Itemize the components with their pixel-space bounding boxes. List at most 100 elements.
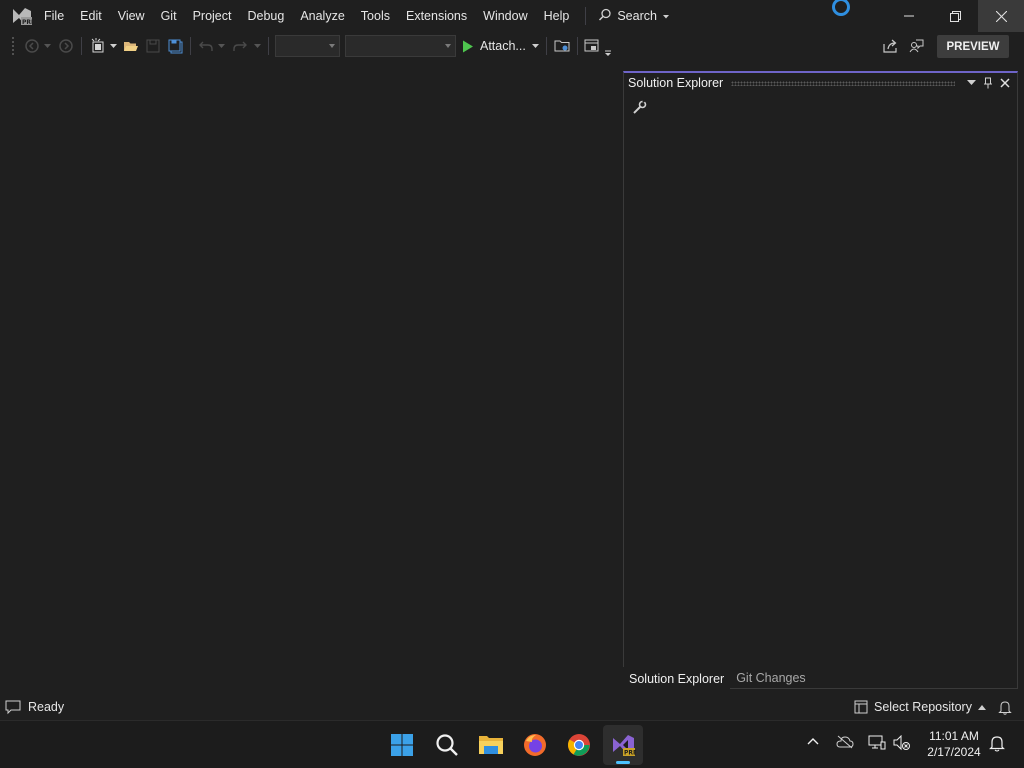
menu-window[interactable]: Window	[475, 0, 535, 32]
menu-extensions[interactable]: Extensions	[398, 0, 475, 32]
redo-button[interactable]	[230, 37, 250, 55]
window-layout-button[interactable]	[582, 37, 602, 55]
menu-project[interactable]: Project	[185, 0, 240, 32]
network-icon	[868, 735, 886, 750]
menu-debug[interactable]: Debug	[239, 0, 292, 32]
notifications-bell-icon[interactable]	[998, 700, 1012, 718]
attach-debugger-button[interactable]: Attach...	[462, 36, 539, 56]
play-icon	[463, 40, 473, 52]
close-panel-button[interactable]	[997, 75, 1013, 91]
notifications-bell-icon	[989, 736, 1005, 752]
back-dropdown[interactable]	[42, 37, 52, 55]
visual-studio-preview-icon: PRE	[613, 735, 636, 757]
menu-help[interactable]: Help	[536, 0, 578, 32]
show-hidden-icons-button[interactable]	[806, 735, 820, 752]
taskbar-search-button[interactable]	[427, 725, 467, 765]
save-icon	[146, 39, 160, 53]
restore-icon	[949, 10, 961, 22]
chevron-down-icon	[966, 80, 976, 85]
window-layout-icon	[584, 39, 599, 52]
navigate-forward-icon	[59, 39, 73, 53]
visual-studio-logo-icon: PRE	[11, 5, 35, 27]
close-window-button[interactable]	[978, 0, 1024, 32]
chevron-down-icon	[253, 43, 261, 48]
undo-dropdown[interactable]	[216, 37, 226, 55]
new-project-icon	[91, 38, 104, 53]
network-tray-button[interactable]	[868, 735, 886, 754]
menu-analyze[interactable]: Analyze	[292, 0, 352, 32]
standard-toolbar: Attach... PREVIEW	[0, 32, 1024, 60]
close-icon	[995, 10, 1007, 22]
close-icon	[1000, 78, 1010, 88]
properties-button[interactable]	[632, 98, 648, 118]
volume-tray-button[interactable]	[893, 734, 911, 754]
select-repository-button[interactable]: Select Repository	[854, 700, 986, 714]
solution-explorer-panel: Solution Explorer	[623, 71, 1018, 689]
solution-platforms-dropdown[interactable]	[345, 35, 456, 57]
menu-git[interactable]: Git	[153, 0, 185, 32]
active-app-indicator	[616, 761, 630, 764]
panel-drag-grip[interactable]	[731, 80, 955, 86]
search-button[interactable]: Search	[592, 0, 676, 32]
file-explorer-button[interactable]	[471, 725, 511, 765]
open-folder-in-explorer-button[interactable]	[552, 37, 572, 55]
windows-start-icon	[391, 734, 413, 756]
save-all-button[interactable]	[165, 37, 185, 55]
new-project-dropdown[interactable]	[108, 37, 118, 55]
redo-dropdown[interactable]	[252, 37, 262, 55]
editor-area	[0, 60, 620, 692]
search-icon	[436, 734, 458, 756]
save-button[interactable]	[143, 37, 163, 55]
auto-hide-button[interactable]	[980, 75, 996, 91]
minimize-button[interactable]	[886, 0, 932, 32]
search-label: Search	[617, 9, 657, 23]
chevron-up-icon	[977, 704, 986, 710]
back-navigate-button[interactable]	[22, 37, 42, 55]
menu-bar: File Edit View Git Project Debug Analyze…	[36, 0, 676, 32]
onedrive-tray-button[interactable]	[836, 735, 854, 752]
menu-file[interactable]: File	[36, 0, 72, 32]
chrome-button[interactable]	[559, 725, 599, 765]
chevron-up-icon	[807, 738, 819, 745]
svg-text:PRE: PRE	[22, 19, 33, 26]
toolbar-grip[interactable]	[11, 36, 15, 56]
firefox-icon	[524, 734, 546, 756]
repository-label: Select Repository	[874, 700, 972, 714]
save-all-icon	[168, 39, 182, 53]
windows-start-button[interactable]	[382, 725, 422, 765]
notification-center-button[interactable]	[989, 735, 1005, 755]
menu-view[interactable]: View	[110, 0, 153, 32]
window-position-button[interactable]	[963, 75, 979, 91]
chevron-down-icon	[445, 44, 451, 48]
tab-solution-explorer[interactable]: Solution Explorer	[623, 667, 731, 690]
share-icon	[883, 39, 897, 53]
output-status-icon[interactable]	[5, 700, 21, 718]
live-share-button[interactable]	[881, 37, 901, 55]
svg-text:PRE: PRE	[624, 750, 636, 757]
status-bar: Ready Select Repository	[0, 694, 1024, 720]
menu-separator	[585, 7, 587, 25]
menu-edit[interactable]: Edit	[72, 0, 110, 32]
onedrive-offline-icon	[836, 735, 854, 749]
toolbar-separator	[268, 37, 269, 55]
volume-muted-icon	[893, 734, 910, 751]
forward-navigate-button[interactable]	[56, 37, 76, 55]
chevron-down-icon	[531, 43, 539, 48]
repository-icon	[854, 700, 868, 714]
firefox-button[interactable]	[515, 725, 555, 765]
overflow-chevron-icon	[605, 50, 611, 56]
undo-button[interactable]	[196, 37, 216, 55]
system-clock[interactable]: 11:01 AM 2/17/2024	[918, 728, 990, 760]
tab-git-changes[interactable]: Git Changes	[730, 667, 811, 689]
navigate-back-icon	[25, 39, 39, 53]
loading-spinner-icon	[832, 0, 850, 16]
folder-icon	[554, 40, 570, 52]
new-project-button[interactable]	[88, 37, 108, 55]
solution-configurations-dropdown[interactable]	[275, 35, 340, 57]
preview-badge-button[interactable]: PREVIEW	[937, 35, 1009, 58]
menu-tools[interactable]: Tools	[353, 0, 398, 32]
feedback-button[interactable]	[906, 37, 926, 55]
open-file-button[interactable]	[121, 37, 141, 55]
visual-studio-preview-button[interactable]: PRE	[603, 725, 643, 765]
restore-button[interactable]	[932, 0, 978, 32]
